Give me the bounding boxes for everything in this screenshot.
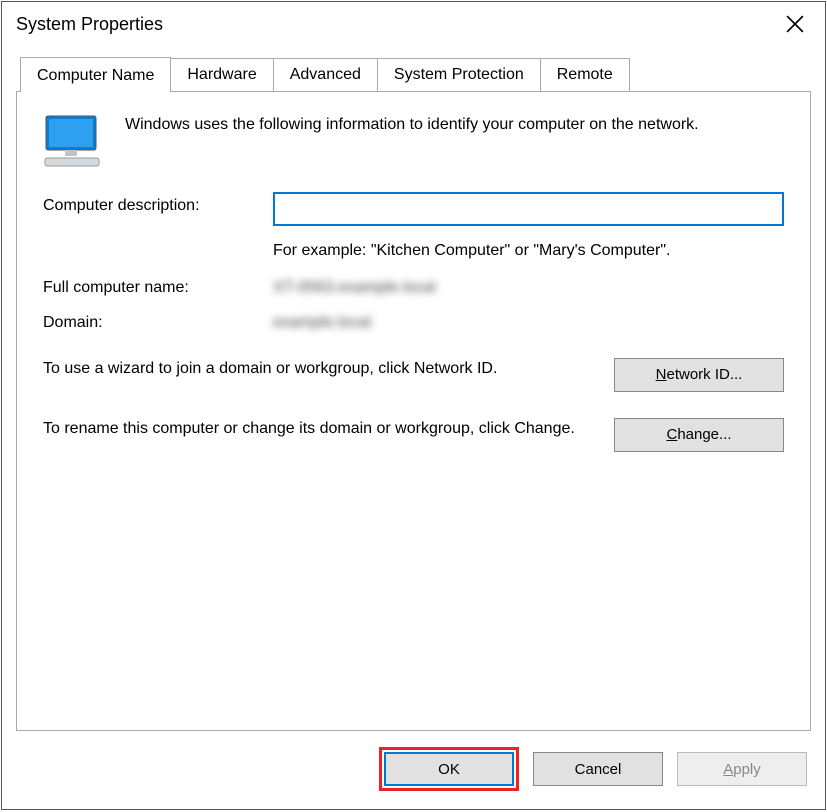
apply-button: Apply xyxy=(677,752,807,786)
intro-text: Windows uses the following information t… xyxy=(125,114,699,136)
domain-value: example.local xyxy=(273,309,371,332)
change-button[interactable]: Change... xyxy=(614,418,784,452)
dialog-footer: OK Cancel Apply xyxy=(16,731,811,795)
computer-description-input[interactable] xyxy=(273,192,784,226)
tab-remote[interactable]: Remote xyxy=(540,58,630,91)
tab-hardware[interactable]: Hardware xyxy=(170,58,273,91)
client-area: Computer Name Hardware Advanced System P… xyxy=(2,46,825,809)
titlebar: System Properties xyxy=(2,2,825,46)
tab-computer-name[interactable]: Computer Name xyxy=(20,57,171,92)
tabstrip: Computer Name Hardware Advanced System P… xyxy=(20,56,811,91)
network-id-button[interactable]: Network ID... xyxy=(614,358,784,392)
window-title: System Properties xyxy=(16,14,771,35)
full-computer-name-value: XT-0563.example.local xyxy=(273,274,436,297)
ok-button[interactable]: OK xyxy=(384,752,514,786)
computer-monitor-icon xyxy=(43,114,103,172)
computer-description-label: Computer description: xyxy=(43,192,273,215)
description-example-text: For example: "Kitchen Computer" or "Mary… xyxy=(273,240,784,262)
system-properties-dialog: System Properties Computer Name Hardware… xyxy=(1,1,826,810)
tab-advanced[interactable]: Advanced xyxy=(273,58,378,91)
cancel-button[interactable]: Cancel xyxy=(533,752,663,786)
change-help-text: To rename this computer or change its do… xyxy=(43,418,594,440)
tab-system-protection[interactable]: System Protection xyxy=(377,58,541,91)
network-id-help-text: To use a wizard to join a domain or work… xyxy=(43,358,594,380)
close-icon xyxy=(786,15,804,33)
ok-highlight-box: OK xyxy=(379,747,519,791)
domain-label: Domain: xyxy=(43,309,273,332)
tab-panel-computer-name: Windows uses the following information t… xyxy=(16,91,811,731)
full-computer-name-label: Full computer name: xyxy=(43,274,273,297)
close-button[interactable] xyxy=(771,4,819,44)
